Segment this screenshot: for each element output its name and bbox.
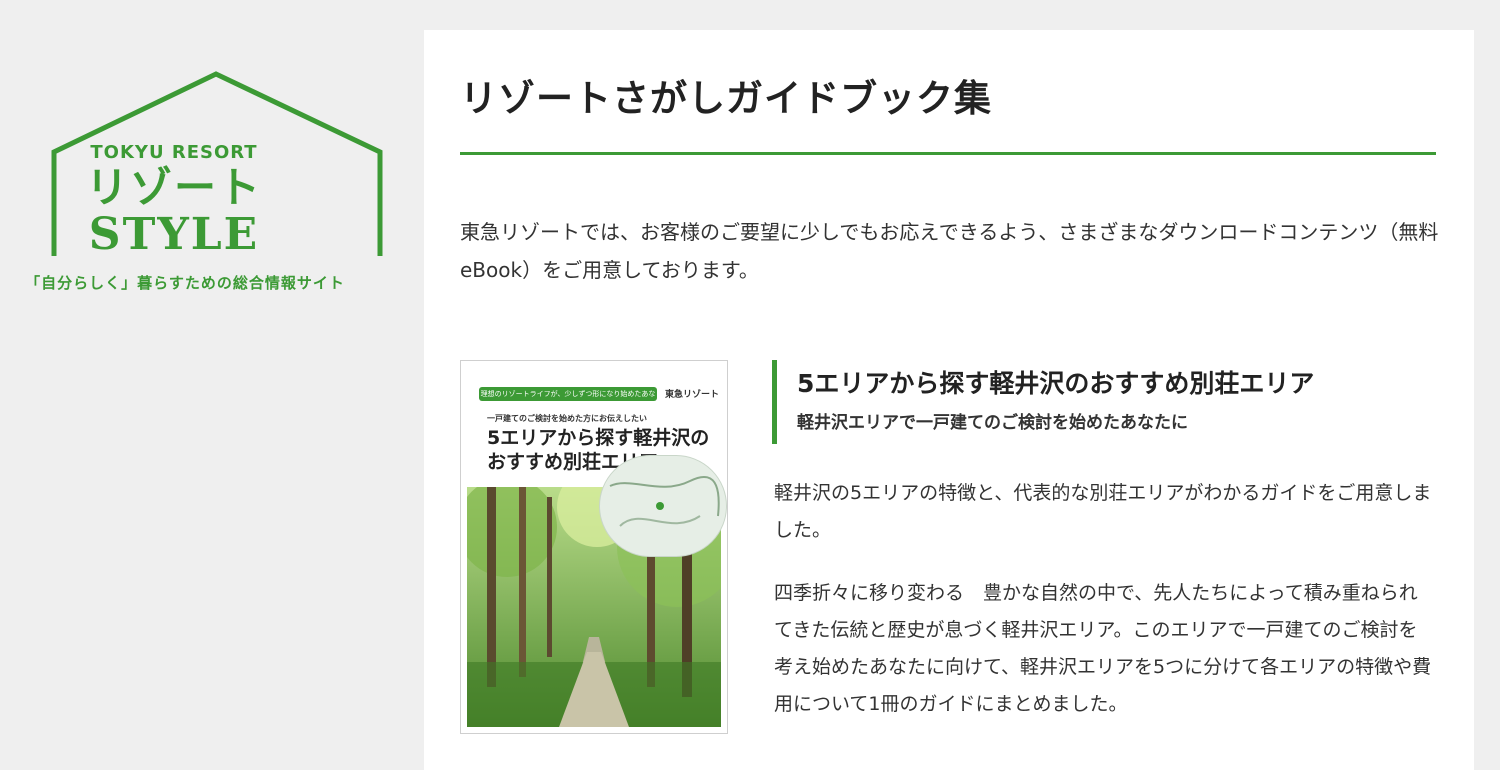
article-subtitle: 軽井沢エリアで一戸建てのご検討を始めたあなたに bbox=[797, 413, 1188, 433]
intro-text: 東急リゾートでは、お客様のご要望に少しでもお応えできるよう、さまざまなダウンロー… bbox=[460, 220, 1439, 282]
ebook-cover-image[interactable]: 理想のリゾートライフが、少しずつ形になり始めたあなたへ 東急リゾート 一戸建ての… bbox=[460, 360, 728, 734]
cover-banner: 理想のリゾートライフが、少しずつ形になり始めたあなたへ bbox=[479, 387, 657, 412]
logo-brand-ja: リゾート bbox=[85, 163, 262, 212]
article-paragraph: 四季折々に移り変わる 豊かな自然の中で、先人たちによって積み重ねられてきた伝統と… bbox=[774, 582, 1432, 715]
logo-brand-en: TOKYU RESORT bbox=[90, 142, 258, 163]
cover-title-line1: 5エリアから探す軽井沢の bbox=[487, 427, 710, 449]
article-paragraph: 軽井沢の5エリアの特徴と、代表的な別荘エリアがわかるガイドをご用意しました。 bbox=[774, 482, 1432, 541]
logo-tagline: 「自分らしく」暮らすための総合情報サイト bbox=[25, 274, 345, 292]
area-map-illustration bbox=[599, 455, 727, 557]
page-title: リゾートさがしガイドブック集 bbox=[460, 76, 992, 120]
article-heading: 5エリアから探す軽井沢のおすすめ別荘エリア 軽井沢エリアで一戸建てのご検討を始め… bbox=[772, 360, 1457, 444]
title-divider bbox=[460, 152, 1436, 155]
content-panel: リゾートさがしガイドブック集 東急リゾートでは、お客様のご要望に少しでもお応えで… bbox=[424, 30, 1474, 770]
cover-brand: 東急リゾート bbox=[665, 390, 720, 400]
article-body: 軽井沢の5エリアの特徴と、代表的な別荘エリアがわかるガイドをご用意しました。 四… bbox=[774, 475, 1434, 749]
logo-brand-style: STYLE bbox=[88, 209, 260, 260]
article-title: 5エリアから探す軽井沢のおすすめ別荘エリア bbox=[797, 369, 1315, 398]
site-logo[interactable]: TOKYU RESORT リゾート STYLE 「自分らしく」暮らすための総合情… bbox=[25, 68, 390, 308]
